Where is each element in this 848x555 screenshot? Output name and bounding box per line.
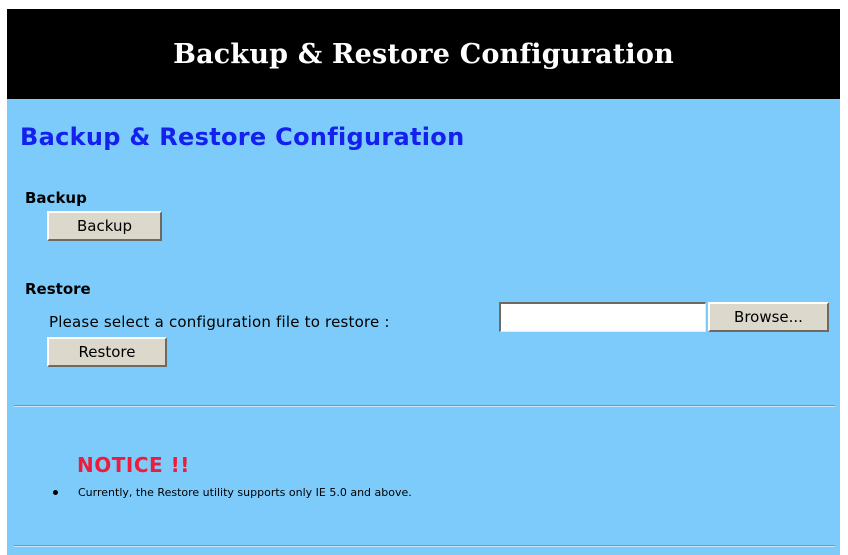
bullet-icon <box>53 490 58 495</box>
restore-file-field[interactable] <box>499 302 706 332</box>
title-banner: Backup & Restore Configuration <box>7 9 840 99</box>
backup-section-label: Backup <box>25 189 87 207</box>
banner-title: Backup & Restore Configuration <box>173 38 674 70</box>
restore-section-label: Restore <box>25 280 91 298</box>
page-frame: Backup & Restore Configuration Backup & … <box>7 9 840 555</box>
restore-file-prompt: Please select a configuration file to re… <box>49 313 390 331</box>
section-divider-top <box>14 405 835 407</box>
notice-list: Currently, the Restore utility supports … <box>53 486 412 499</box>
section-divider-bottom <box>14 545 835 547</box>
notice-heading: NOTICE !! <box>77 453 190 477</box>
browse-button[interactable]: Browse... <box>708 302 829 332</box>
backup-button[interactable]: Backup <box>47 211 162 241</box>
notice-item: Currently, the Restore utility supports … <box>53 486 412 499</box>
notice-item-text: Currently, the Restore utility supports … <box>78 486 412 499</box>
page-title: Backup & Restore Configuration <box>20 123 465 151</box>
restore-button[interactable]: Restore <box>47 337 167 367</box>
